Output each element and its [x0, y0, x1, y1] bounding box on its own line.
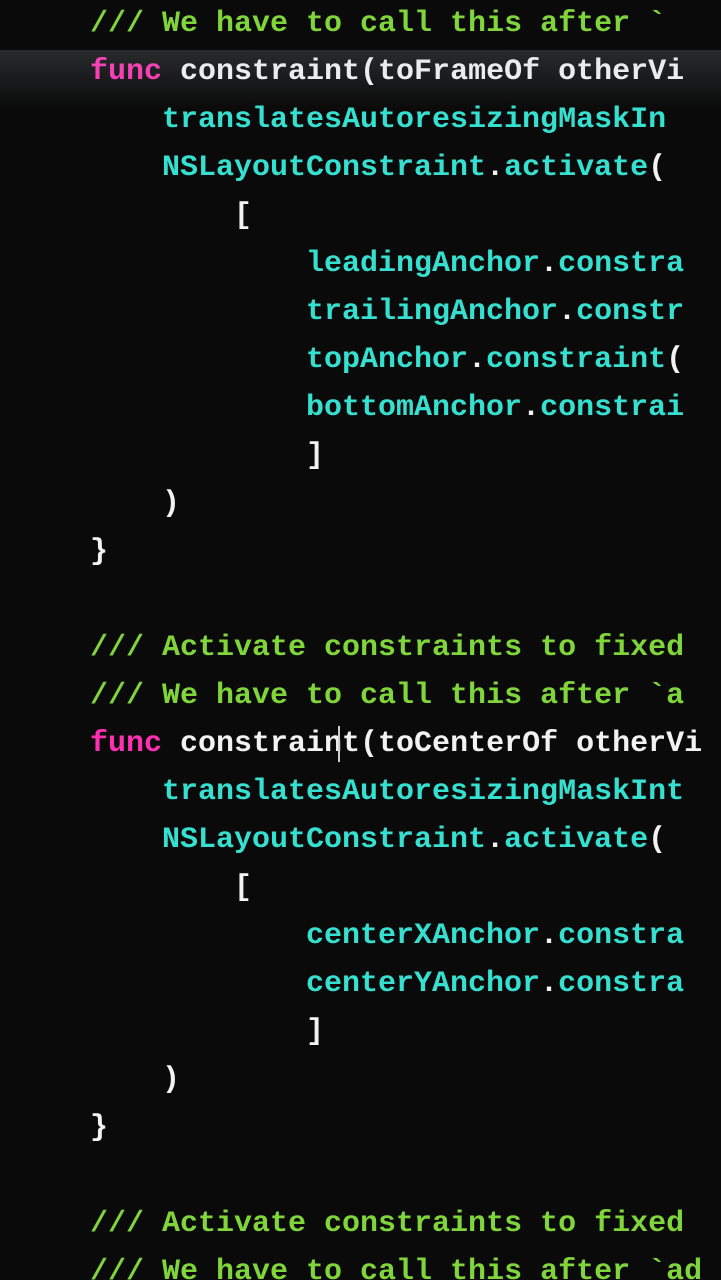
token-ident: }	[90, 1111, 108, 1145]
token-member: NSLayoutConstraint	[162, 823, 486, 857]
token-ident: .	[558, 295, 576, 329]
text-caret	[338, 726, 340, 762]
code-line[interactable]: /// We have to call this after `	[0, 0, 721, 48]
token-member: translatesAutoresizingMaskIn	[162, 103, 666, 137]
token-ident: ]	[306, 439, 324, 473]
token-member: bottomAnchor	[306, 391, 522, 425]
code-line[interactable]: NSLayoutConstraint.activate(	[0, 816, 721, 864]
token-ident: [	[234, 199, 252, 233]
code-line[interactable]: NSLayoutConstraint.activate(	[0, 144, 721, 192]
code-line[interactable]: /// Activate constraints to fixed	[0, 1200, 721, 1248]
token-ident: .	[486, 823, 504, 857]
code-line[interactable]: /// We have to call this after `a	[0, 672, 721, 720]
code-line[interactable]: }	[0, 1104, 721, 1152]
token-ident: .	[522, 391, 540, 425]
token-ident: ]	[306, 1015, 324, 1049]
code-line[interactable]: func constraint(toCenterOf otherVi	[0, 720, 721, 768]
token-member: constr	[576, 295, 684, 329]
code-line[interactable]: ]	[0, 432, 721, 480]
code-line[interactable]: centerXAnchor.constra	[0, 912, 721, 960]
token-ident: .	[540, 919, 558, 953]
token-comment: /// Activate constraints to fixed	[90, 1207, 702, 1241]
code-line[interactable]: topAnchor.constraint(	[0, 336, 721, 384]
code-line[interactable]: [	[0, 192, 721, 240]
token-ident: (	[666, 343, 684, 377]
token-member: leadingAnchor	[306, 247, 540, 281]
code-line[interactable]: ]	[0, 1008, 721, 1056]
token-member: constra	[558, 919, 684, 953]
token-comment: /// Activate constraints to fixed	[90, 631, 684, 665]
code-line[interactable]: bottomAnchor.constrai	[0, 384, 721, 432]
code-line[interactable]: [	[0, 864, 721, 912]
code-line[interactable]: }	[0, 528, 721, 576]
token-ident: (	[648, 823, 666, 857]
code-line[interactable]: trailingAnchor.constr	[0, 288, 721, 336]
token-member: activate	[504, 151, 648, 185]
code-line[interactable]	[0, 576, 721, 624]
token-keyword: func	[90, 55, 162, 89]
token-ident: }	[90, 535, 108, 569]
token-comment: /// We have to call this after `	[90, 7, 666, 41]
token-ident: )	[162, 487, 180, 521]
token-member: constrai	[540, 391, 684, 425]
code-line[interactable]: )	[0, 1056, 721, 1104]
code-line[interactable]: )	[0, 480, 721, 528]
code-line[interactable]: translatesAutoresizingMaskInt	[0, 768, 721, 816]
token-member: constraint	[486, 343, 666, 377]
token-ident: .	[468, 343, 486, 377]
token-member: constra	[558, 967, 684, 1001]
code-line[interactable]: /// We have to call this after `ad	[0, 1248, 721, 1280]
token-ident: constraint(toCenterOf otherVi	[162, 727, 702, 761]
code-line[interactable]: /// Activate constraints to fixed	[0, 624, 721, 672]
token-ident: constraint(toFrameOf otherVi	[162, 55, 684, 89]
token-member: centerXAnchor	[306, 919, 540, 953]
code-line[interactable]	[0, 1152, 721, 1200]
token-keyword: func	[90, 727, 162, 761]
token-member: trailingAnchor	[306, 295, 558, 329]
token-ident: .	[486, 151, 504, 185]
code-line[interactable]: centerYAnchor.constra	[0, 960, 721, 1008]
token-ident: )	[162, 1063, 180, 1097]
token-ident: (	[648, 151, 666, 185]
token-comment: /// We have to call this after `ad	[90, 1255, 702, 1280]
code-line[interactable]: leadingAnchor.constra	[0, 240, 721, 288]
token-comment: /// We have to call this after `a	[90, 679, 684, 713]
token-member: NSLayoutConstraint	[162, 151, 486, 185]
token-member: activate	[504, 823, 648, 857]
code-line[interactable]: func constraint(toFrameOf otherVi	[0, 48, 721, 96]
token-member: translatesAutoresizingMaskInt	[162, 775, 684, 809]
code-line[interactable]: translatesAutoresizingMaskIn	[0, 96, 721, 144]
code-editor[interactable]: /// We have to call this after ` func con…	[0, 0, 721, 1280]
token-member: centerYAnchor	[306, 967, 540, 1001]
token-member: constra	[558, 247, 684, 281]
token-ident: [	[234, 871, 252, 905]
token-ident: .	[540, 247, 558, 281]
token-member: topAnchor	[306, 343, 468, 377]
token-ident: .	[540, 967, 558, 1001]
